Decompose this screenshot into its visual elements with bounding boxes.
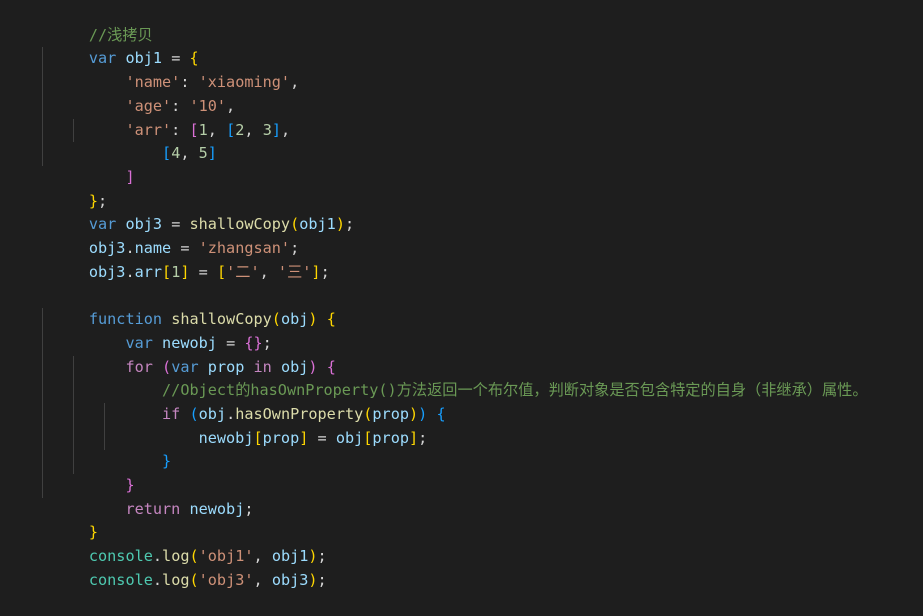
- token-variable: obj3: [271, 570, 309, 589]
- code-line[interactable]: 'age': '10',: [0, 71, 235, 115]
- token-property: arr: [134, 262, 163, 281]
- token-console-object: console: [88, 570, 153, 589]
- code-line[interactable]: [4, 5]: [0, 119, 217, 162]
- code-line[interactable]: var newobj = {};: [0, 308, 271, 352]
- token-comment-cjk: 方法返回一个布尔值，判断对象是否包含特定的自身（非继承）属性。: [396, 381, 868, 400]
- code-line[interactable]: if (obj.hasOwnProperty(prop)) {: [0, 379, 446, 423]
- token-bracket: [: [162, 262, 172, 281]
- token-bracket: ]: [207, 144, 217, 163]
- token-number: 4: [171, 144, 181, 163]
- token-variable: newobj: [198, 428, 254, 447]
- code-line[interactable]: var obj1 = {: [0, 24, 199, 67]
- token-control-keyword: return: [125, 499, 181, 518]
- token-bracket: ]: [311, 262, 321, 281]
- token-string-cjk: 三: [287, 262, 303, 281]
- code-line-blank[interactable]: [0, 261, 98, 285]
- token-bracket: ]: [271, 120, 281, 139]
- code-line[interactable]: };: [0, 166, 107, 210]
- token-variable: obj: [335, 428, 364, 447]
- token-number: 5: [198, 144, 208, 163]
- token-bracket: ): [308, 310, 318, 329]
- code-line[interactable]: obj3.arr[1] = ['二', '三'];: [0, 237, 330, 281]
- token-number: 3: [262, 120, 272, 139]
- code-line[interactable]: console.log('obj1', obj1);: [0, 521, 327, 565]
- code-line[interactable]: }: [0, 498, 98, 541]
- code-line[interactable]: 'arr': [1, [2, 3],: [0, 95, 290, 139]
- token-string-cjk: 二: [235, 262, 251, 281]
- code-line[interactable]: function shallowCopy(obj) {: [0, 284, 336, 328]
- token-bracket: [: [226, 120, 236, 139]
- code-line[interactable]: //Object的hasOwnProperty()方法返回一个布尔值，判断对象是…: [0, 356, 867, 399]
- code-line[interactable]: }: [0, 450, 134, 494]
- token-string: ': [277, 262, 288, 281]
- token-bracket: ): [308, 570, 318, 589]
- code-line[interactable]: //浅拷贝: [0, 0, 153, 44]
- token-bracket: ]: [125, 167, 135, 186]
- code-line[interactable]: obj3.name = 'zhangsan';: [0, 213, 299, 257]
- token-bracket: {: [436, 404, 446, 423]
- code-line[interactable]: ]: [0, 142, 134, 186]
- token-bracket: ]: [299, 428, 309, 447]
- token-parameter: obj: [280, 310, 309, 329]
- token-bracket: [: [216, 262, 227, 281]
- token-method: log: [162, 570, 190, 589]
- code-line[interactable]: 'name': 'xiaoming',: [0, 47, 299, 91]
- token-bracket: (: [271, 310, 281, 329]
- token-bracket: ]: [180, 262, 190, 281]
- code-line[interactable]: var obj3 = shallowCopy(obj1);: [0, 190, 354, 233]
- token-string: ': [226, 262, 236, 281]
- code-line[interactable]: for (var prop in obj) {: [0, 332, 335, 376]
- token-bracket: [: [162, 144, 172, 163]
- token-bracket: [: [253, 428, 263, 447]
- token-bracket: ): [335, 215, 345, 234]
- code-editor[interactable]: //浅拷贝 var obj1 = { 'name': 'xiaoming', '…: [0, 0, 923, 589]
- token-bracket: (: [189, 570, 199, 589]
- code-line[interactable]: }: [0, 427, 171, 470]
- token-bracket: {: [326, 310, 336, 329]
- code-surface[interactable]: //浅拷贝 var obj1 = { 'name': 'xiaoming', '…: [0, 0, 923, 589]
- token-bracket: }: [162, 452, 172, 471]
- code-line[interactable]: console.log('obj3', obj3);: [0, 545, 327, 589]
- token-string: ': [250, 262, 260, 281]
- token-variable: prop: [262, 428, 300, 447]
- token-variable: obj1: [299, 215, 336, 234]
- token-string: 'obj3': [198, 570, 254, 589]
- code-line[interactable]: return newobj;: [0, 474, 253, 518]
- token-variable: newobj: [189, 499, 245, 518]
- token-bracket: ]: [408, 428, 419, 447]
- token-number: 1: [171, 262, 181, 281]
- token-variable: prop: [372, 428, 409, 447]
- code-line[interactable]: newobj[prop] = obj[prop];: [0, 403, 428, 447]
